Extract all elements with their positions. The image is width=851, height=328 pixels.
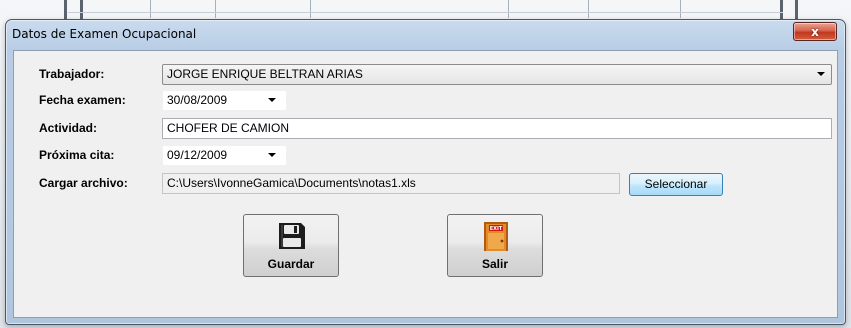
- seleccionar-button[interactable]: Seleccionar: [629, 173, 723, 196]
- trabajador-value: JORGE ENRIQUE BELTRAN ARIAS: [167, 67, 363, 81]
- grid-line: [795, 0, 798, 20]
- exit-door-icon: EXIT: [484, 222, 508, 251]
- trabajador-label: Trabajador:: [39, 67, 105, 81]
- window-title: Datos de Examen Ocupacional: [12, 27, 197, 41]
- grid-line: [508, 0, 509, 18]
- proxima-cita-label: Próxima cita:: [39, 148, 115, 162]
- salir-button[interactable]: EXIT Salir: [447, 214, 543, 277]
- grid-line: [310, 0, 311, 18]
- grid-line: [150, 0, 151, 18]
- proxima-cita-picker[interactable]: 09/12/2009: [162, 145, 287, 166]
- chevron-down-icon: [268, 98, 276, 102]
- dialog-body: Trabajador: JORGE ENRIQUE BELTRAN ARIAS …: [13, 50, 838, 318]
- grid-line: [80, 0, 83, 20]
- grid-line: [64, 0, 67, 20]
- chevron-down-icon: [817, 72, 825, 76]
- actividad-input[interactable]: CHOFER DE CAMION: [162, 118, 832, 139]
- proxima-cita-value: 09/12/2009: [167, 148, 228, 162]
- chevron-down-icon: [268, 153, 276, 157]
- trabajador-select[interactable]: JORGE ENRIQUE BELTRAN ARIAS: [162, 64, 832, 85]
- title-bar[interactable]: Datos de Examen Ocupacional x: [6, 20, 845, 50]
- grid-line: [680, 0, 681, 18]
- exam-dialog: Datos de Examen Ocupacional x Trabajador…: [5, 19, 846, 325]
- actividad-label: Actividad:: [39, 121, 98, 135]
- archivo-path-value: C:\Users\IvonneGamica\Documents\notas1.x…: [167, 176, 416, 190]
- grid-line: [780, 0, 783, 20]
- actividad-value: CHOFER DE CAMION: [167, 121, 290, 135]
- cargar-archivo-label: Cargar archivo:: [39, 176, 128, 190]
- exit-sign-text: EXIT: [490, 226, 503, 232]
- floppy-disk-icon: [279, 223, 305, 249]
- close-button[interactable]: x: [793, 22, 837, 41]
- guardar-label: Guardar: [267, 257, 315, 271]
- fecha-examen-value: 30/08/2009: [167, 93, 228, 107]
- grid-line: [215, 0, 216, 18]
- fecha-examen-label: Fecha examen:: [39, 93, 126, 107]
- archivo-path-field[interactable]: C:\Users\IvonneGamica\Documents\notas1.x…: [162, 173, 620, 194]
- grid-line: [68, 12, 783, 13]
- fecha-examen-picker[interactable]: 30/08/2009: [162, 90, 287, 111]
- salir-label: Salir: [481, 257, 508, 271]
- grid-line: [588, 0, 589, 18]
- close-icon: x: [811, 24, 819, 39]
- guardar-button[interactable]: Guardar: [243, 214, 339, 277]
